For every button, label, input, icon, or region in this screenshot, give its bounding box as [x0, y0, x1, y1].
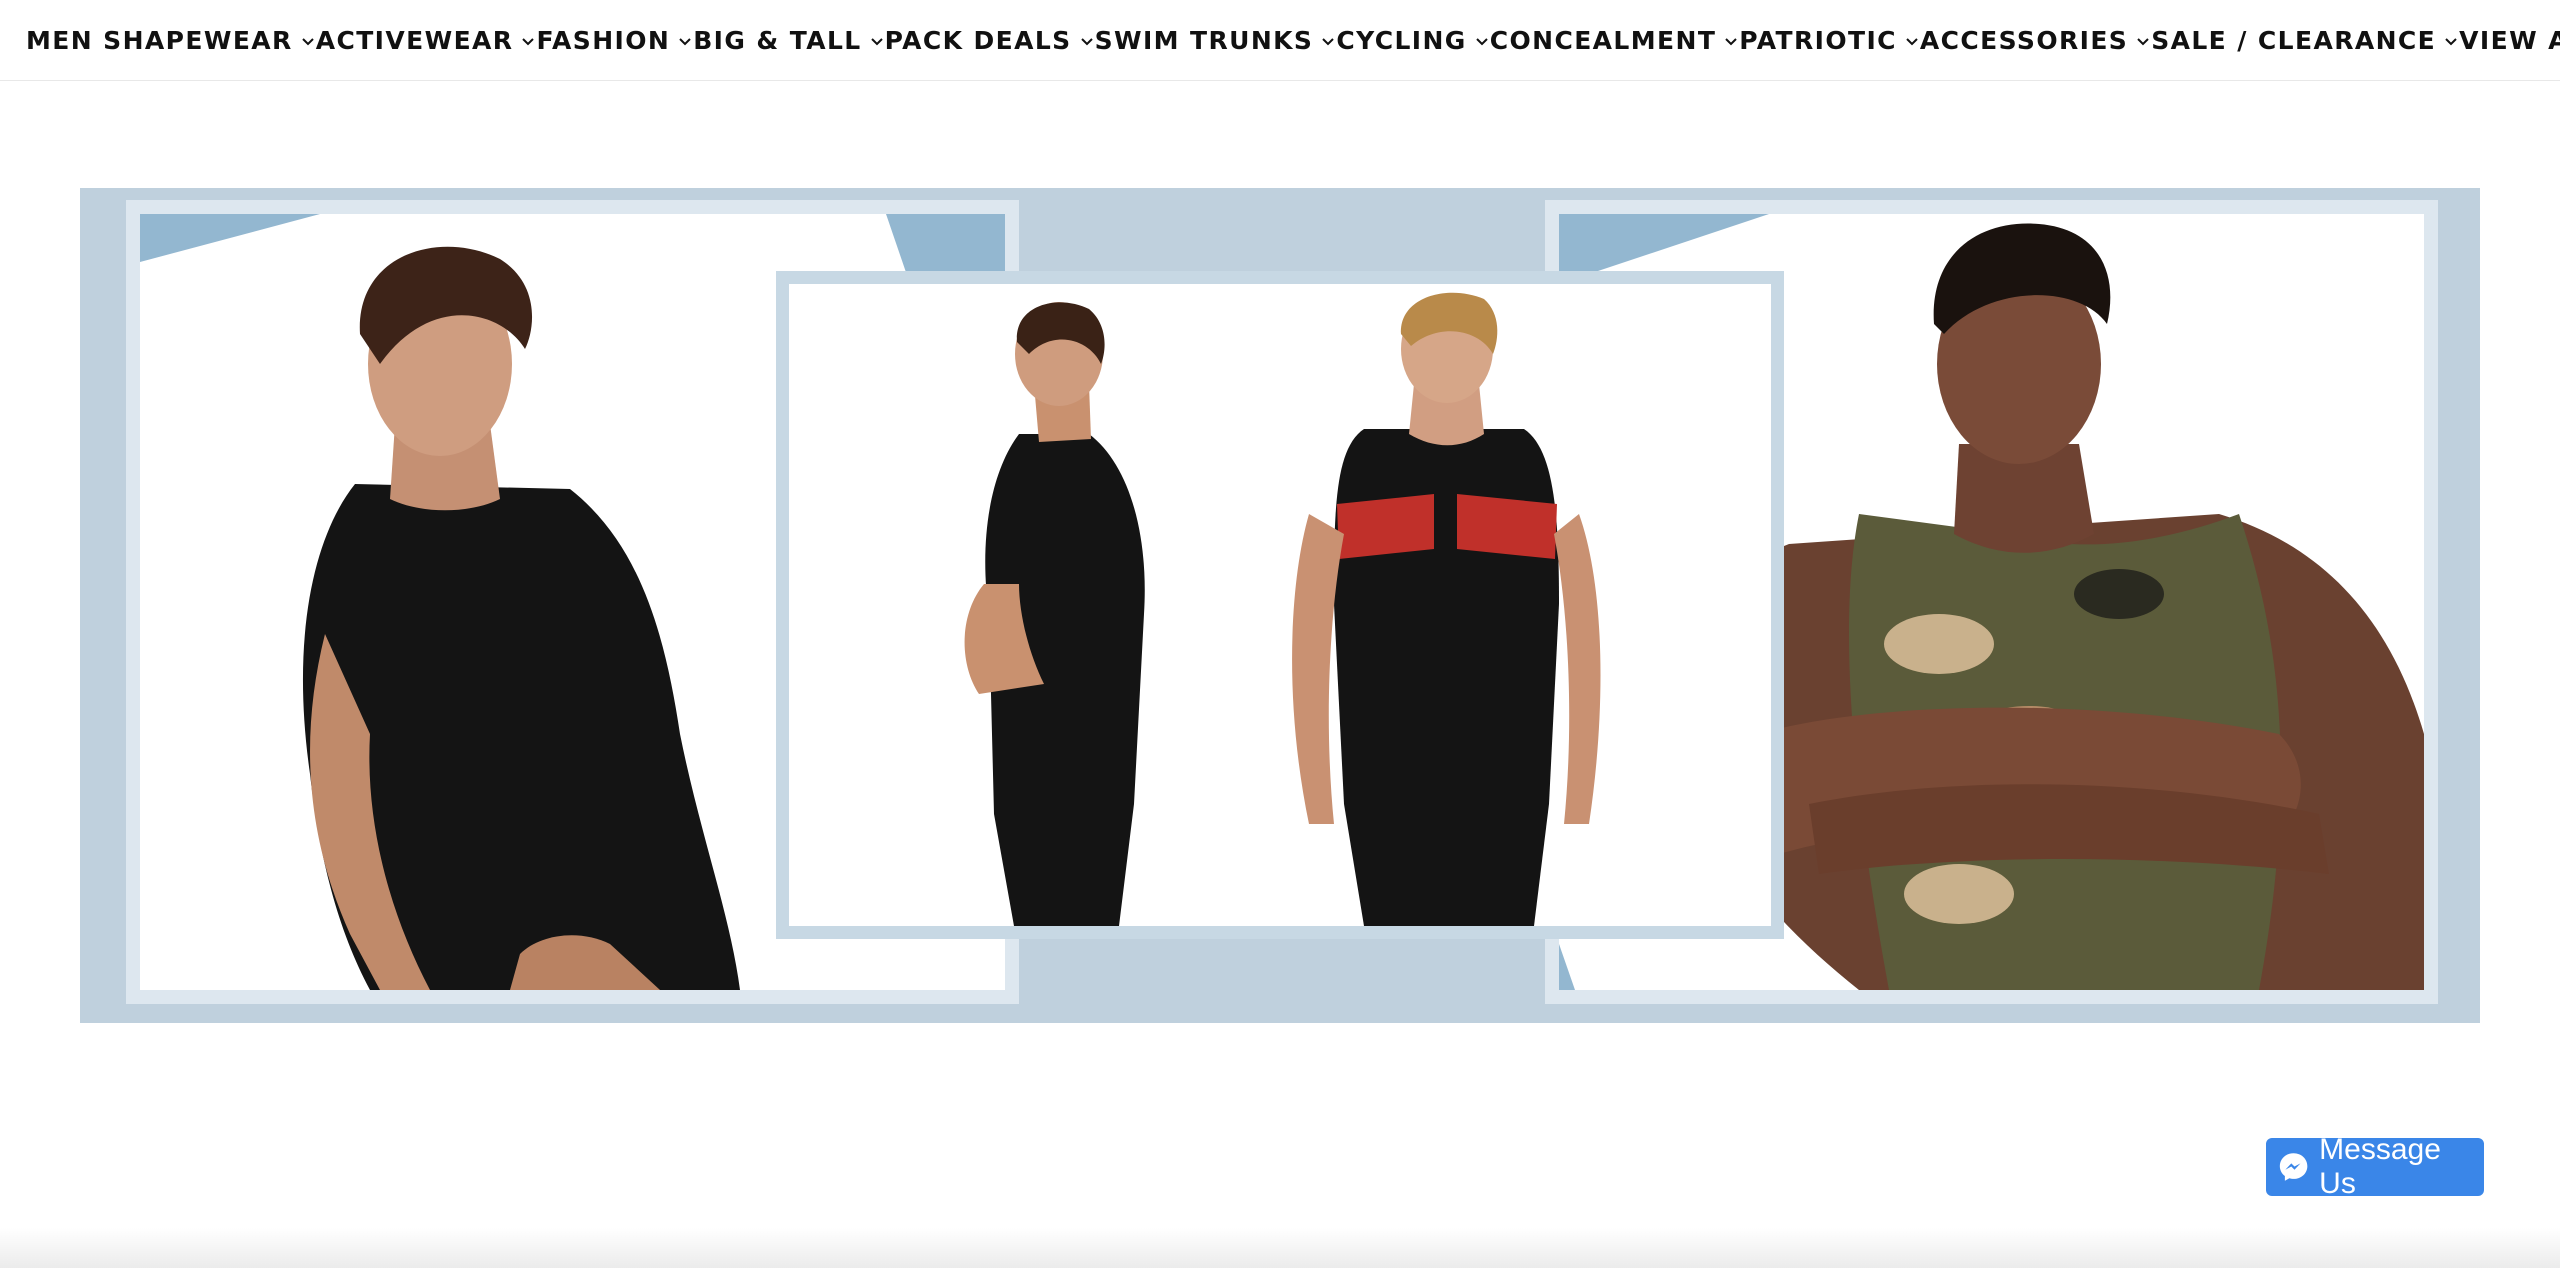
hero-image-center — [776, 271, 1784, 939]
nav-label: SWIM TRUNKS — [1094, 25, 1314, 55]
chevron-down-icon — [870, 38, 883, 46]
nav-label: ACTIVEWEAR — [315, 25, 514, 55]
nav-label: VIEW ALL — [2459, 25, 2560, 55]
nav-label: CYCLING — [1336, 25, 1467, 55]
nav-fashion[interactable]: FASHION — [536, 26, 693, 55]
main-navigation: MEN SHAPEWEAR ACTIVEWEAR FASHION BIG & T… — [0, 0, 2560, 81]
nav-sale-clearance[interactable]: SALE / CLEARANCE — [2151, 26, 2459, 55]
nav-swim-trunks[interactable]: SWIM TRUNKS — [1095, 26, 1337, 55]
messenger-icon — [2279, 1153, 2308, 1181]
chevron-down-icon — [302, 38, 314, 46]
nav-accessories[interactable]: ACCESSORIES — [1920, 26, 2151, 55]
nav-label: FASHION — [536, 25, 671, 55]
chevron-down-icon — [679, 38, 691, 46]
nav-cycling[interactable]: CYCLING — [1336, 26, 1489, 55]
chevron-down-icon — [1476, 38, 1488, 46]
chevron-down-icon — [1322, 38, 1335, 46]
nav-concealment[interactable]: CONCEALMENT — [1490, 26, 1740, 55]
hero-banner[interactable] — [80, 188, 2480, 1023]
chevron-down-icon — [1080, 38, 1093, 46]
nav-label: CONCEALMENT — [1489, 25, 1717, 55]
models-vest-image — [964, 292, 1601, 926]
nav-men-shapewear[interactable]: MEN SHAPEWEAR — [26, 26, 316, 55]
message-us-label: Message Us — [2319, 1133, 2441, 1200]
bottom-shadow — [0, 1228, 2560, 1268]
message-us-button[interactable]: Message Us — [2266, 1133, 2484, 1200]
nav-label: SALE / CLEARANCE — [2151, 25, 2437, 55]
chevron-down-icon — [1906, 38, 1918, 46]
nav-patriotic[interactable]: PATRIOTIC — [1739, 26, 1920, 55]
nav-label: BIG & TALL — [693, 25, 862, 55]
nav-label: PATRIOTIC — [1739, 25, 1897, 55]
chevron-down-icon — [2445, 38, 2457, 46]
nav-activewear[interactable]: ACTIVEWEAR — [316, 26, 537, 55]
nav-big-and-tall[interactable]: BIG & TALL — [693, 26, 884, 55]
nav-view-all[interactable]: VIEW ALL — [2459, 26, 2560, 55]
chevron-down-icon — [1725, 38, 1738, 46]
nav-label: MEN SHAPEWEAR — [26, 25, 293, 55]
nav-label: PACK DEALS — [884, 25, 1072, 55]
nav-pack-deals[interactable]: PACK DEALS — [885, 26, 1095, 55]
chevron-down-icon — [522, 38, 535, 46]
nav-label: ACCESSORIES — [1919, 25, 2129, 55]
chevron-down-icon — [2137, 38, 2149, 46]
